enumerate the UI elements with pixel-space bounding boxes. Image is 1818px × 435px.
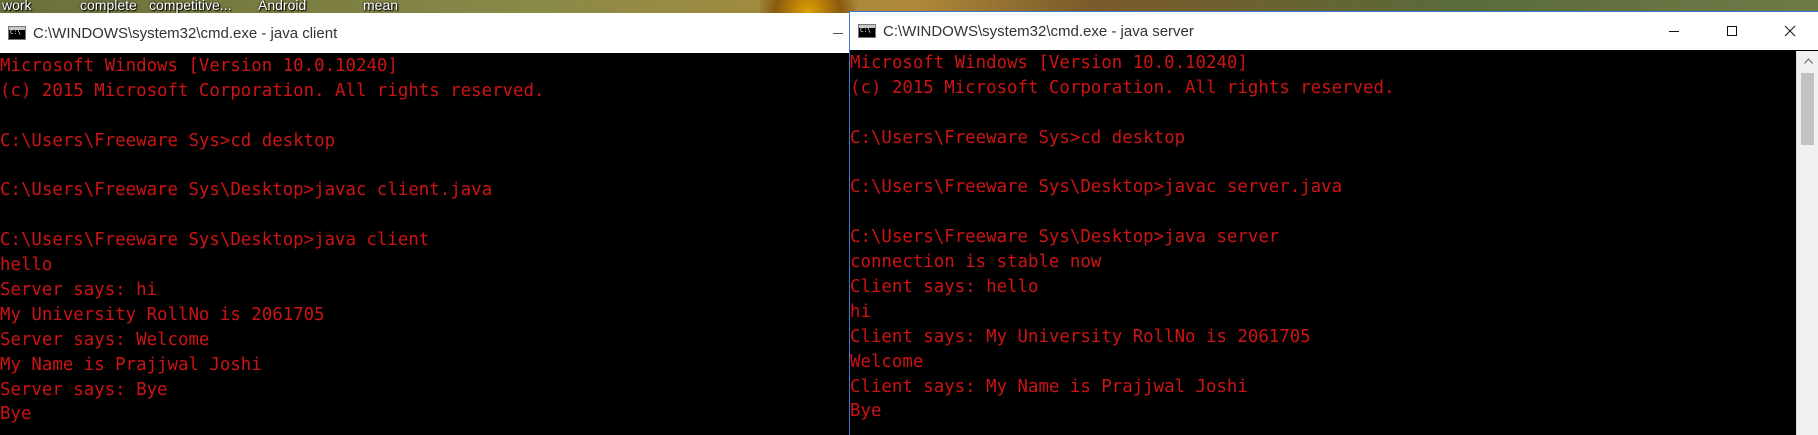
console-line: hello [0,255,53,276]
desktop-icon-work[interactable]: work [2,0,32,13]
client-minimize-button[interactable] [826,13,850,53]
console-line: Server says: hi [0,280,158,301]
chevron-up-icon [1803,58,1813,64]
server-console-output[interactable]: Microsoft Windows [Version 10.0.10240] (c… [850,51,1796,435]
client-console-output[interactable]: Microsoft Windows [Version 10.0.10240] (c… [0,54,850,435]
server-scrollbar[interactable] [1796,51,1818,435]
cmd-icon[interactable] [858,24,876,38]
client-titlebar[interactable]: C:\WINDOWS\system32\cmd.exe - java clien… [0,13,850,53]
client-console-window[interactable]: C:\WINDOWS\system32\cmd.exe - java clien… [0,13,851,435]
client-window-title: C:\WINDOWS\system32\cmd.exe - java clien… [33,24,338,42]
console-line: C:\Users\Freeware Sys\Desktop>java clien… [0,230,430,251]
cmd-icon[interactable] [8,26,26,40]
console-line: Welcome [850,351,924,372]
server-titlebar[interactable]: C:\WINDOWS\system32\cmd.exe - java serve… [850,12,1818,50]
console-line: Bye [850,401,882,422]
close-icon [1784,25,1796,37]
desktop-icon-complete[interactable]: complete [80,0,137,13]
console-line: (c) 2015 Microsoft Corporation. All righ… [0,80,545,101]
window-controls [1645,12,1818,50]
console-line: Bye [0,404,32,425]
desktop: work complete competitive... Android mea… [0,0,1818,435]
console-line: Microsoft Windows [Version 10.0.10240] [850,53,1248,73]
server-console-window[interactable]: C:\WINDOWS\system32\cmd.exe - java serve… [849,11,1818,435]
close-button[interactable] [1761,12,1818,50]
desktop-icon-android[interactable]: Android [258,0,306,13]
console-line: Client says: My Name is Prajjwal Joshi [850,376,1248,397]
scroll-thumb[interactable] [1801,73,1814,145]
minimize-button[interactable] [1645,12,1703,50]
desktop-icon-competitive[interactable]: competitive... [149,0,231,13]
console-line: C:\Users\Freeware Sys\Desktop>java serve… [850,227,1280,248]
console-line: connection is stable now [850,252,1102,273]
console-line: (c) 2015 Microsoft Corporation. All righ… [850,77,1395,98]
console-line: Client says: My University RollNo is 206… [850,326,1311,347]
console-line: Server says: Welcome [0,329,210,350]
minimize-icon [1669,31,1679,32]
maximize-icon [1727,26,1737,36]
console-line: My Name is Prajjwal Joshi [0,354,262,375]
scroll-up-button[interactable] [1797,51,1818,71]
console-line: C:\Users\Freeware Sys\Desktop>javac clie… [0,180,493,201]
server-window-title: C:\WINDOWS\system32\cmd.exe - java serve… [883,22,1194,40]
minimize-icon [833,33,843,34]
console-line: hi [850,301,871,322]
console-line: Server says: Bye [0,379,168,400]
console-line: C:\Users\Freeware Sys>cd desktop [850,127,1186,148]
console-line: C:\Users\Freeware Sys\Desktop>javac serv… [850,177,1343,198]
console-line: C:\Users\Freeware Sys>cd desktop [0,130,336,151]
maximize-button[interactable] [1703,12,1761,50]
console-line: My University RollNo is 2061705 [0,304,325,325]
console-line: Microsoft Windows [Version 10.0.10240] [0,56,398,76]
desktop-icon-mean[interactable]: mean [363,0,398,13]
console-line: Client says: hello [850,277,1039,298]
